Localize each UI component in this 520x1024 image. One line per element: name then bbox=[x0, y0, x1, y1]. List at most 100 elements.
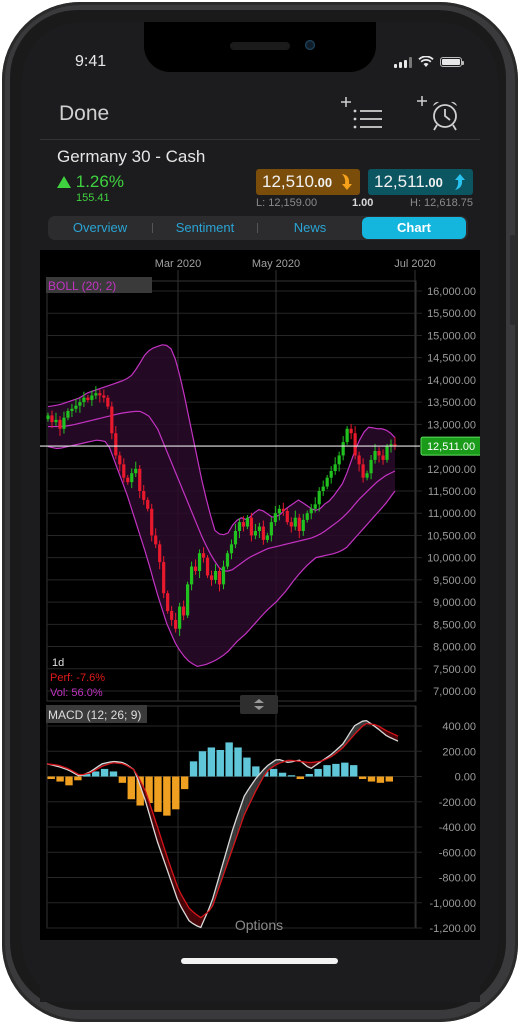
price-tick-label: 10,500.00 bbox=[427, 530, 476, 542]
candle-body bbox=[90, 395, 94, 400]
macd-indicator-label[interactable]: MACD (12; 26; 9) bbox=[48, 708, 141, 722]
current-price-label: 12,511.00 bbox=[427, 441, 475, 453]
candle-body bbox=[249, 517, 254, 536]
macd-tick-label: 200.00 bbox=[442, 746, 476, 758]
macd-histogram-bar bbox=[358, 776, 367, 780]
candle-body bbox=[158, 544, 162, 563]
price-tick-label: 14,500.00 bbox=[427, 353, 476, 365]
candle-body bbox=[317, 491, 321, 505]
status-time: 9:41 bbox=[75, 53, 107, 70]
date-tick-label: May 2020 bbox=[252, 258, 300, 270]
home-area bbox=[40, 940, 480, 1002]
candle-body bbox=[349, 428, 353, 434]
boll-indicator-label[interactable]: BOLL (20; 2) bbox=[48, 279, 116, 293]
candle-body bbox=[361, 464, 365, 478]
price-tick-label: 16,000.00 bbox=[427, 286, 476, 298]
candle-body bbox=[233, 531, 238, 545]
macd-tick-label: -600.00 bbox=[439, 847, 476, 859]
macd-histogram-bar bbox=[91, 771, 100, 777]
candle-body bbox=[114, 433, 118, 456]
candle-body bbox=[62, 417, 66, 429]
up-triangle-icon bbox=[57, 176, 71, 188]
macd-histogram-bar bbox=[385, 776, 393, 782]
macd-tick-label: -1,200.00 bbox=[430, 923, 476, 935]
status-icons bbox=[394, 56, 464, 68]
macd-histogram-bar bbox=[225, 742, 233, 777]
candle-body bbox=[86, 397, 90, 400]
add-alert-icon[interactable] bbox=[414, 94, 462, 134]
tab-overview[interactable]: Overview bbox=[48, 217, 152, 239]
candle-body bbox=[110, 406, 114, 434]
macd-tick-label: -1,000.00 bbox=[430, 898, 476, 910]
camera bbox=[305, 40, 315, 50]
pane-resize-handle[interactable] bbox=[240, 695, 278, 714]
candle-body bbox=[261, 526, 265, 540]
home-indicator[interactable] bbox=[181, 958, 338, 964]
macd-histogram-bar bbox=[127, 776, 135, 800]
tab-chart[interactable]: Chart bbox=[362, 217, 466, 239]
speaker bbox=[230, 42, 290, 50]
candle-body bbox=[289, 522, 293, 527]
options-button[interactable]: Options bbox=[235, 917, 283, 933]
change-percent: 1.26% bbox=[57, 172, 124, 192]
macd-histogram-bar bbox=[65, 776, 73, 786]
price-tick-label: 10,000.00 bbox=[427, 553, 476, 565]
candle-body bbox=[70, 408, 74, 411]
candle-body bbox=[185, 584, 190, 616]
sell-price-main: 12,510 bbox=[262, 172, 314, 191]
add-to-watchlist-icon[interactable] bbox=[338, 95, 384, 131]
high-price: H: 12,618.75 bbox=[410, 197, 473, 209]
candle-body bbox=[237, 522, 242, 531]
candle-body bbox=[297, 517, 301, 531]
candle-body bbox=[178, 606, 182, 629]
candle-body bbox=[78, 402, 82, 406]
candle-body bbox=[265, 535, 269, 540]
candle-body bbox=[377, 451, 381, 456]
candle-body bbox=[126, 477, 130, 483]
macd-histogram-bar bbox=[100, 768, 109, 777]
macd-histogram-bar bbox=[109, 771, 118, 777]
candle-body bbox=[273, 513, 277, 523]
candle-body bbox=[46, 415, 50, 419]
candle-body bbox=[321, 486, 325, 491]
price-tick-label: 11,500.00 bbox=[428, 486, 476, 498]
sell-button[interactable]: 12,510.00 bbox=[256, 169, 360, 195]
candle-body bbox=[54, 419, 58, 423]
candle-body bbox=[154, 535, 158, 545]
macd-pane-frame bbox=[46, 705, 417, 929]
candle-body bbox=[385, 446, 389, 460]
spread: 1.00 bbox=[352, 197, 374, 209]
macd-tick-label: -800.00 bbox=[439, 873, 476, 885]
candle-body bbox=[357, 455, 361, 465]
chart-canvas[interactable]: Mar 2020 May 2020 Jul 2020 16,000.00 15,500… bbox=[40, 250, 480, 940]
macd-histogram-bar bbox=[56, 776, 64, 782]
candle-body bbox=[94, 393, 98, 396]
buy-button[interactable]: 12,511.00 bbox=[368, 169, 473, 195]
candle-body bbox=[329, 471, 333, 478]
perf-label: Perf: -7.6% bbox=[50, 672, 105, 684]
candle-body bbox=[189, 566, 194, 585]
macd-histogram-bar bbox=[118, 776, 127, 783]
date-tick-label: Jul 2020 bbox=[394, 258, 436, 270]
arrow-down-icon bbox=[342, 174, 352, 190]
candle-body bbox=[293, 517, 297, 527]
candle-body bbox=[341, 442, 345, 456]
price-tick-label: 7,000.00 bbox=[433, 686, 476, 698]
tab-sentiment[interactable]: Sentiment bbox=[153, 217, 257, 239]
candle-body bbox=[257, 526, 261, 531]
price-tick-label: 14,000.00 bbox=[427, 375, 476, 387]
macd-histogram-bar bbox=[287, 775, 296, 777]
candle-body bbox=[253, 531, 258, 536]
chart-area[interactable]: Mar 2020 May 2020 Jul 2020 16,000.00 15,500… bbox=[40, 250, 480, 940]
macd-histogram-bar bbox=[350, 765, 358, 777]
change-points: 155.41 bbox=[76, 192, 110, 204]
done-button[interactable]: Done bbox=[59, 102, 109, 126]
candle-body bbox=[281, 508, 285, 511]
tab-news[interactable]: News bbox=[258, 217, 362, 239]
candle-body bbox=[353, 433, 357, 456]
candle-body bbox=[174, 619, 178, 629]
candle-body bbox=[134, 468, 138, 474]
change-percent-value: 1.26% bbox=[75, 172, 124, 191]
candle-body bbox=[138, 468, 142, 491]
buy-price-main: 12,511 bbox=[374, 172, 425, 191]
